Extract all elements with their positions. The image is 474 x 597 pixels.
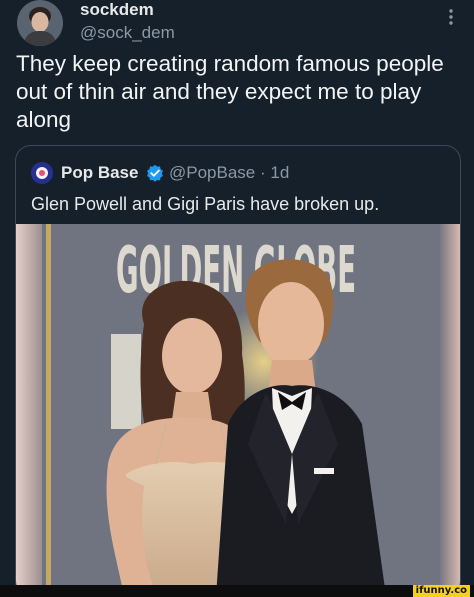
- avatar[interactable]: [17, 0, 63, 46]
- quoted-handle-and-time[interactable]: @PopBase · 1d: [169, 162, 289, 184]
- author-handle[interactable]: @sock_dem: [80, 22, 175, 44]
- quoted-tweet-photo[interactable]: GOLDEN GLOBE: [16, 224, 460, 596]
- author-display-name[interactable]: sockdem: [80, 0, 154, 20]
- quoted-tweet-card[interactable]: Pop Base @PopBase · 1d Glen Powell and G…: [15, 145, 461, 597]
- tweet-screenshot: sockdem @sock_dem They keep creating ran…: [0, 0, 474, 597]
- quoted-tweet-text: Glen Powell and Gigi Paris have broken u…: [31, 194, 380, 214]
- couple-photo: GOLDEN GLOBE: [16, 224, 460, 596]
- more-options-icon[interactable]: [444, 6, 458, 28]
- ifunny-watermark: ifunny.co: [412, 585, 470, 597]
- pop-base-logo-icon: [31, 162, 53, 184]
- quoted-display-name[interactable]: Pop Base: [61, 162, 138, 184]
- watermark-bar: [0, 585, 474, 597]
- tweet-text: They keep creating random famous people …: [16, 51, 444, 132]
- verified-badge-icon: [146, 164, 164, 182]
- avatar-photo: [17, 0, 63, 46]
- quoted-avatar[interactable]: [31, 162, 53, 184]
